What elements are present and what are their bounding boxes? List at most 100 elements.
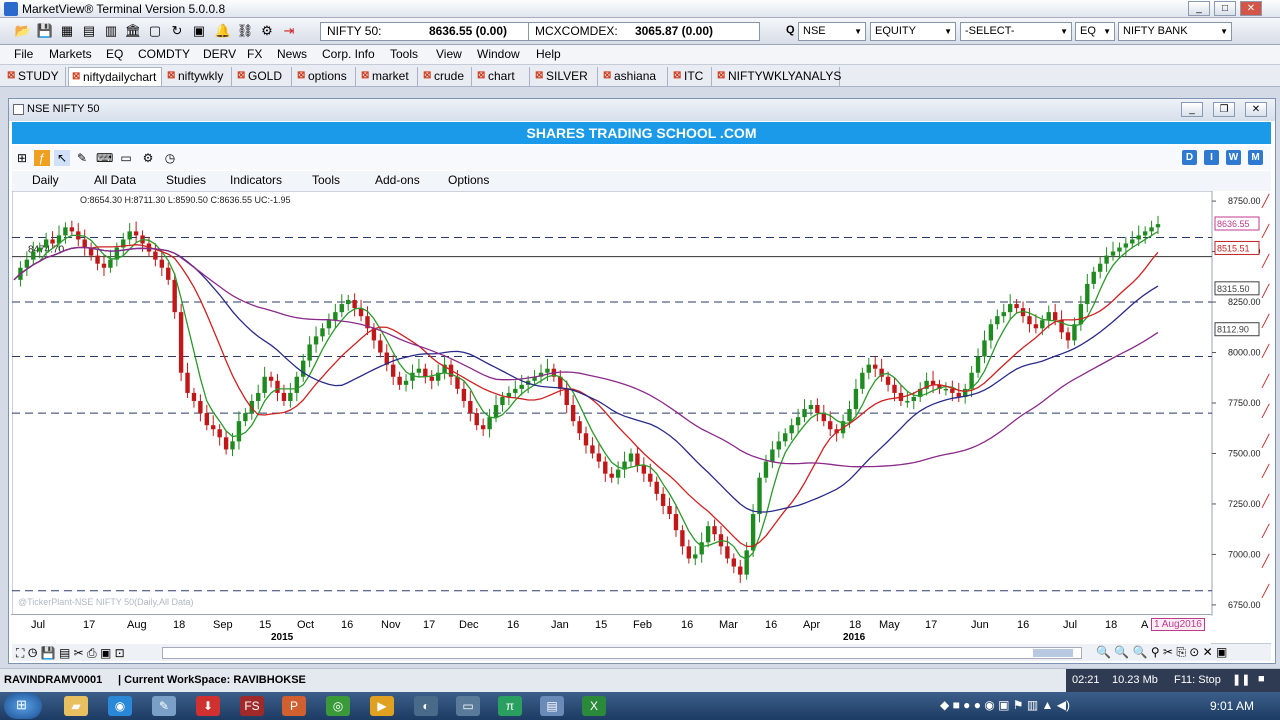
start-button[interactable]: ⊞ [4,693,42,719]
close-icon[interactable]: ⊠ [477,67,485,85]
download-icon[interactable]: ⬇ [196,696,220,716]
terminal-icon[interactable]: ▤ [540,696,564,716]
tracker-icon[interactable]: π [498,696,522,716]
minimize-button[interactable]: _ [1188,1,1210,16]
menu-comdty[interactable]: COMDTY [138,47,190,61]
excel-icon[interactable]: X [582,696,606,716]
save-icon[interactable]: 💾 [36,22,54,40]
tab-study[interactable]: ⊠ STUDY [4,67,66,86]
tray-icons[interactable]: ◆ ■ ● ● ◉ ▣ ⚑ ▥ ▲ ◀) [940,698,1070,712]
daily-button[interactable]: D [1182,150,1197,165]
symbol-select[interactable]: NIFTY BANK ▼ [1118,22,1232,41]
tab-itc[interactable]: ⊠ ITC [670,67,712,86]
menu-tools[interactable]: Tools [390,47,418,61]
close-icon[interactable]: ⊠ [7,67,15,85]
media-icon[interactable]: ▶ [370,696,394,716]
tab-silver[interactable]: ⊠ SILVER [532,67,598,86]
bottom-tools-icon[interactable]: ⛶ ◷ 💾 ▤ ✂ ⎙ ▣ ⊡ [16,646,125,661]
chart-menu-all-data[interactable]: All Data [94,173,136,187]
menu-window[interactable]: Window [477,47,520,61]
open-icon[interactable]: 📂 [14,22,32,40]
chart-menu-tools[interactable]: Tools [312,173,340,187]
menu-news[interactable]: News [277,47,307,61]
close-icon[interactable]: ⊠ [603,67,611,85]
monthly-button[interactable]: M [1248,150,1263,165]
menu-fx[interactable]: FX [247,47,262,61]
close-icon[interactable]: ⊠ [717,67,725,85]
timer-icon[interactable]: ◷ [162,150,178,166]
chart-menu-indicators[interactable]: Indicators [230,173,282,187]
menu-view[interactable]: View [436,47,462,61]
window-icon[interactable]: ▭ [456,696,480,716]
app-icon[interactable]: ✎ [152,696,176,716]
series-select[interactable]: EQ ▼ [1075,22,1115,41]
bank-icon[interactable]: 🏛 [124,22,142,40]
tab-options[interactable]: ⊠ options [294,67,356,86]
tab-market[interactable]: ⊠ market [358,67,418,86]
browser-icon[interactable]: ◉ [108,696,132,716]
close-icon[interactable]: ⊠ [535,67,543,85]
chart-scrollbar[interactable] [162,647,1082,659]
table-icon[interactable]: ▥ [102,22,120,40]
close-button[interactable]: ✕ [1240,1,1262,16]
chart-menu-options[interactable]: Options [448,173,489,187]
fs-icon[interactable]: FS [240,696,264,716]
instrument-select[interactable]: -SELECT- ▼ [960,22,1072,41]
close-icon[interactable]: ⊠ [361,67,369,85]
menu-file[interactable]: File [14,47,33,61]
powerpoint-icon[interactable]: P [282,696,306,716]
exit-icon[interactable]: ⇥ [280,22,298,40]
stop-icon[interactable]: ■ [1258,673,1265,685]
function-icon[interactable]: ƒ [34,150,50,166]
price-chart[interactable]: 8474.70 O:8654.30 H:8711.30 L:8590.50 C:8… [11,190,1271,621]
pause-icon[interactable]: ❚❚ [1232,673,1250,686]
alert-icon[interactable]: 🔔 [214,22,232,40]
chart-menu-studies[interactable]: Studies [166,173,206,187]
scrollbar-thumb[interactable] [1033,649,1073,657]
tab-gold[interactable]: ⊠ GOLD [234,67,292,86]
menu-markets[interactable]: Markets [49,47,92,61]
chart-restore-button[interactable]: ❐ [1213,102,1235,117]
maximize-button[interactable]: □ [1214,1,1236,16]
tab-ashiana[interactable]: ⊠ ashiana [600,67,668,86]
chrome-icon[interactable]: ◎ [326,696,350,716]
chart-minimize-button[interactable]: _ [1181,102,1203,117]
tab-chart[interactable]: ⊠ chart [474,67,530,86]
tab-niftydailychart[interactable]: ⊠ niftydailychart [68,67,162,86]
pointer-icon[interactable]: ↖ [54,150,70,166]
add-icon[interactable]: ⊞ [14,150,30,166]
print-icon[interactable]: ▦ [58,22,76,40]
close-icon[interactable]: ⊠ [423,67,431,85]
settings-icon[interactable]: ⚙ [258,22,276,40]
draw-icon[interactable]: ✎ [74,150,90,166]
price-chart-svg[interactable]: 8474.70O:8654.30 H:8711.30 L:8590.50 C:8… [11,190,1271,621]
segment-select[interactable]: EQUITY ▼ [870,22,956,41]
calculator-icon[interactable]: ▣ [190,22,208,40]
link-icon[interactable]: ⛓ [236,22,254,40]
tab-crude[interactable]: ⊠ crude [420,67,472,86]
close-icon[interactable]: ⊠ [72,68,80,86]
keyboard-icon[interactable]: ⌨ [96,150,113,166]
close-icon[interactable]: ⊠ [237,67,245,85]
menu-derv[interactable]: DERV [203,47,236,61]
zoom-tools-icon[interactable]: 🔍 🔍 🔍 ⚲ ✂ ⎘ ⊙ ✕ ▣ [1096,645,1227,660]
grid-icon[interactable]: ▤ [80,22,98,40]
template-icon[interactable]: ⚙ [140,150,156,166]
document-icon[interactable]: ▢ [146,22,164,40]
tab-niftywkly[interactable]: ⊠ niftywkly [164,67,232,86]
chart-menu-daily[interactable]: Daily [32,173,59,187]
chart-close-button[interactable]: ✕ [1245,102,1267,117]
refresh-icon[interactable]: ↻ [168,22,186,40]
layout-icon[interactable]: ▭ [118,150,134,166]
menu-eq[interactable]: EQ [106,47,123,61]
menu-corp-info[interactable]: Corp. Info [322,47,375,61]
folder-icon[interactable]: ▰ [64,696,88,716]
intraday-button[interactable]: I [1204,150,1219,165]
menu-help[interactable]: Help [536,47,561,61]
weekly-button[interactable]: W [1226,150,1241,165]
recorder-icon[interactable]: ◐ [414,696,438,716]
close-icon[interactable]: ⊠ [297,67,305,85]
close-icon[interactable]: ⊠ [673,67,681,85]
tab-niftywklyanalys[interactable]: ⊠ NIFTYWKLYANALYS [714,67,841,86]
exchange-select[interactable]: NSE ▼ [798,22,866,41]
